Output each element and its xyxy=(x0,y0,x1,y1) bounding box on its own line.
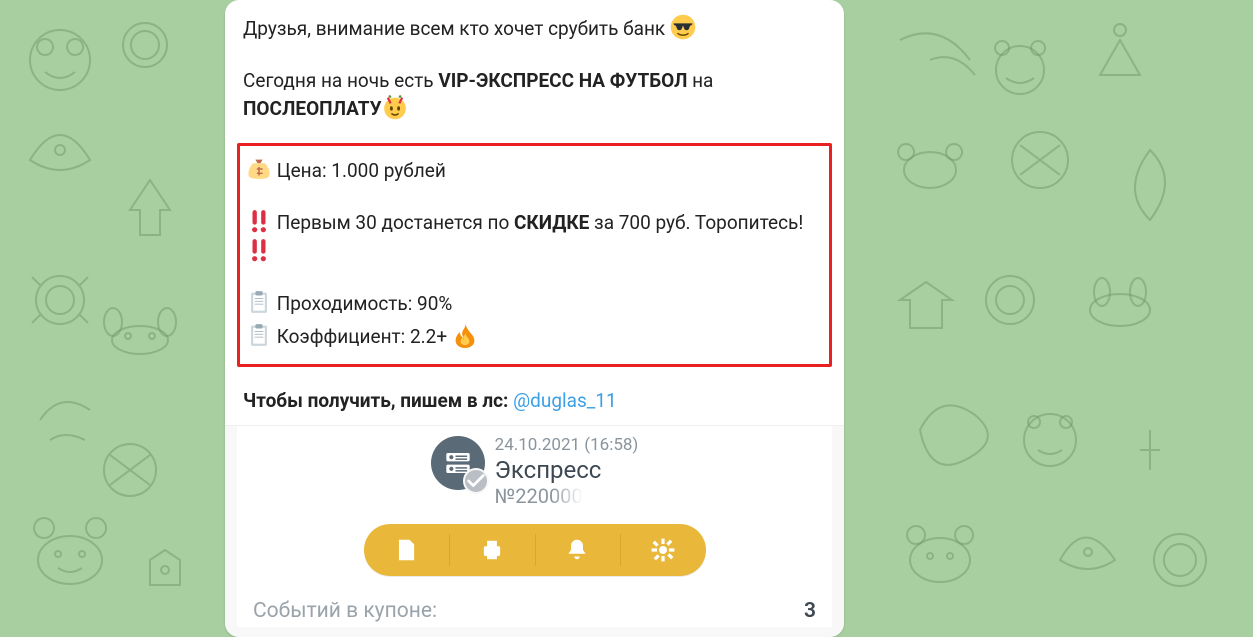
events-label: Событий в купоне: xyxy=(253,596,437,626)
toolbar-settings-button[interactable] xyxy=(620,524,706,576)
text: за 700 руб. Торопитесь! xyxy=(589,211,803,234)
text: Коэффициент: 2.2+ xyxy=(272,325,452,348)
coupon-type-icon xyxy=(431,436,485,490)
cta-line: Чтобы получить, пишем в лс: @duglas_11 xyxy=(243,387,826,415)
events-count: 3 xyxy=(804,596,816,626)
coef-line: Коэффициент: 2.2+ xyxy=(246,322,823,351)
text: Сегодня на ночь есть xyxy=(243,69,438,92)
double-exclaim-emoji-icon xyxy=(246,208,272,234)
party-face-emoji-icon xyxy=(382,94,408,120)
obscured-text: 0000 xyxy=(538,484,583,508)
toolbar-print-button[interactable] xyxy=(449,524,535,576)
money-bag-emoji-icon xyxy=(246,156,272,182)
sunglasses-emoji-icon xyxy=(670,14,696,40)
highlighted-box: Цена: 1.000 рублей Первым 30 достанется … xyxy=(237,143,832,368)
price-line: Цена: 1.000 рублей xyxy=(246,156,823,185)
message-line-offer: Сегодня на ночь есть VIP-ЭКСПРЕСС НА ФУТ… xyxy=(243,67,826,123)
discount-line: Первым 30 достанется по СКИДКЕ за 700 ру… xyxy=(246,208,823,265)
coupon-header: 24.10.2021 (16:58) Экспресс №220000 xyxy=(237,432,832,518)
clipboard-emoji-icon xyxy=(246,289,272,315)
text: №22 xyxy=(495,484,538,508)
coupon-card: 24.10.2021 (16:58) Экспресс №220000 xyxy=(237,426,832,627)
coupon-title-block: 24.10.2021 (16:58) Экспресс №220000 xyxy=(495,436,639,508)
telegram-message: Друзья, внимание всем кто хочет срубить … xyxy=(225,0,844,637)
text: Цена: 1.000 рублей xyxy=(272,159,446,182)
coupon-number: №220000 xyxy=(495,485,639,508)
coupon-events-row: Событий в купоне: 3 xyxy=(237,576,832,626)
passability-line: Проходимость: 90% xyxy=(246,289,823,318)
text: на xyxy=(687,69,713,92)
text: Друзья, внимание всем кто хочет срубить … xyxy=(243,17,670,40)
bold-text: СКИДКЕ xyxy=(514,211,589,234)
text: Первым 30 достанется по xyxy=(272,211,514,234)
attachment-preview[interactable]: 24.10.2021 (16:58) Экспресс №220000 xyxy=(225,425,844,637)
coupon-date: 24.10.2021 (16:58) xyxy=(495,436,639,456)
bold-text: ПОСЛЕОПЛАТУ xyxy=(243,97,382,120)
mention-link[interactable]: @duglas_11 xyxy=(513,389,617,412)
fire-emoji-icon xyxy=(452,322,478,348)
message-line-intro: Друзья, внимание всем кто хочет срубить … xyxy=(243,14,826,43)
bold-text: VIP-ЭКСПРЕСС НА ФУТБОЛ xyxy=(438,69,687,92)
toolbar-doc-button[interactable] xyxy=(364,524,450,576)
coupon-toolbar xyxy=(364,524,706,576)
toolbar-bell-button[interactable] xyxy=(535,524,621,576)
text: Проходимость: 90% xyxy=(272,292,452,315)
verified-badge-icon xyxy=(463,468,489,494)
text: Чтобы получить, пишем в лс: xyxy=(243,389,513,412)
coupon-title: Экспресс xyxy=(495,457,639,485)
clipboard-emoji-icon xyxy=(246,322,272,348)
double-exclaim-emoji-icon xyxy=(246,237,272,263)
